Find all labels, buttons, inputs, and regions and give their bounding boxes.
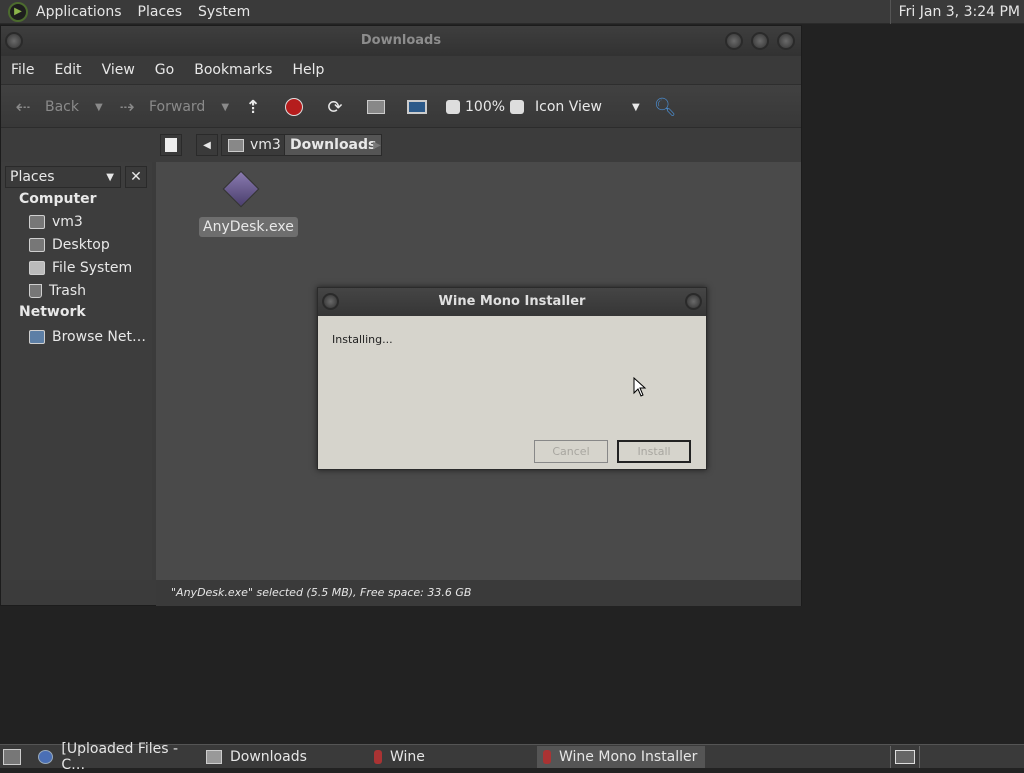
- desktop-folder-icon: [29, 238, 45, 252]
- minimize-button[interactable]: [725, 32, 743, 50]
- home-folder-icon: [228, 138, 244, 152]
- browser-icon: [38, 750, 54, 764]
- applications-menu[interactable]: Applications: [28, 0, 130, 24]
- dialog-message: Installing...: [332, 333, 393, 346]
- home-folder-icon: [29, 215, 45, 229]
- menu-file[interactable]: File: [1, 62, 44, 78]
- taskbar: [Uploaded Files - C… Downloads Wine Wine…: [0, 741, 1024, 773]
- zoom-in-icon: [505, 95, 529, 119]
- zoom-in-button[interactable]: [505, 95, 529, 119]
- window-titlebar[interactable]: Downloads: [1, 26, 801, 56]
- folder-icon: [206, 750, 222, 764]
- menu-go[interactable]: Go: [145, 62, 184, 78]
- maximize-button[interactable]: [751, 32, 769, 50]
- workspace-icon: [895, 750, 915, 764]
- sidebar-item-file-system[interactable]: File System: [29, 258, 132, 278]
- system-menu[interactable]: System: [190, 0, 258, 24]
- task-wine[interactable]: Wine: [368, 746, 536, 768]
- dialog-title: Wine Mono Installer: [438, 294, 586, 309]
- window-title: Downloads: [360, 33, 442, 48]
- menubar: File Edit View Go Bookmarks Help: [1, 56, 801, 84]
- zoom-level[interactable]: 100%: [465, 95, 505, 119]
- forward-history-dropdown-icon[interactable]: ▼: [221, 102, 229, 113]
- sidebar-item-browse-network[interactable]: Browse Net…: [29, 327, 146, 347]
- reload-button[interactable]: ⟳: [323, 95, 347, 119]
- sidebar-item-desktop[interactable]: Desktop: [29, 235, 110, 255]
- zoom-out-button[interactable]: [441, 95, 465, 119]
- path-button-downloads[interactable]: Downloads: [284, 134, 383, 156]
- mouse-pointer-icon: [633, 377, 647, 397]
- show-desktop-button[interactable]: [0, 746, 29, 768]
- forward-arrow-icon: ⇢: [119, 96, 135, 118]
- back-history-dropdown-icon[interactable]: ▼: [95, 102, 103, 113]
- reload-icon: ⟳: [327, 96, 343, 118]
- sidebar: Places ▼ ✕ Computer vm3 Desktop File Sys…: [1, 162, 152, 580]
- dialog-body: Installing... Cancel Install: [318, 316, 706, 470]
- task-wine-mono-installer[interactable]: Wine Mono Installer: [537, 746, 705, 768]
- home-folder-icon: [364, 95, 388, 119]
- path-scroll-left-button[interactable]: ◀: [196, 134, 218, 156]
- menu-view[interactable]: View: [92, 62, 145, 78]
- stop-button[interactable]: [282, 95, 306, 119]
- file-item[interactable]: AnyDesk.exe: [199, 170, 298, 240]
- menu-bookmarks[interactable]: Bookmarks: [184, 62, 282, 78]
- dialog-titlebar[interactable]: Wine Mono Installer: [318, 288, 706, 316]
- path-scroll-right-button[interactable]: ▶: [370, 134, 384, 156]
- trash-icon: [29, 284, 42, 298]
- sidebar-item-vm3[interactable]: vm3: [29, 212, 83, 232]
- forward-button[interactable]: ⇢ Forward ▼: [115, 95, 229, 119]
- show-desktop-icon: [3, 749, 21, 765]
- wine-glass-icon: [374, 750, 382, 764]
- stop-icon: [282, 95, 306, 119]
- location-bar: ◀ vm3 Downloads ▶: [1, 128, 801, 162]
- clock[interactable]: Fri Jan 3, 3:24 PM: [889, 0, 1024, 24]
- zoom-out-icon: [441, 95, 465, 119]
- wine-mono-installer-dialog: Wine Mono Installer Installing... Cancel…: [317, 287, 707, 470]
- task-downloads[interactable]: Downloads: [200, 746, 368, 768]
- cancel-button[interactable]: Cancel: [534, 440, 608, 463]
- exe-diamond-icon: [222, 170, 260, 208]
- search-icon: 🔍︎: [653, 96, 677, 118]
- sidebar-heading-network: Network: [19, 304, 86, 320]
- install-button[interactable]: Install: [617, 440, 691, 463]
- view-mode-select[interactable]: Icon View ▼: [535, 95, 640, 119]
- file-name: AnyDesk.exe: [199, 217, 298, 237]
- edit-icon: [165, 138, 177, 152]
- computer-button[interactable]: [405, 95, 429, 119]
- distro-logo-icon[interactable]: ▶: [8, 1, 28, 22]
- chevron-down-icon: ▼: [106, 171, 114, 183]
- task-uploaded-files[interactable]: [Uploaded Files - C…: [32, 741, 200, 773]
- up-button[interactable]: ⇡: [241, 95, 265, 119]
- close-button[interactable]: [777, 32, 795, 50]
- menu-help[interactable]: Help: [282, 62, 334, 78]
- sidebar-heading-computer: Computer: [19, 191, 97, 207]
- home-button[interactable]: [364, 95, 388, 119]
- dialog-close-button[interactable]: [685, 293, 702, 310]
- toggle-location-entry-button[interactable]: [160, 134, 182, 156]
- sidebar-item-trash[interactable]: Trash: [29, 281, 86, 301]
- network-icon: [29, 330, 45, 344]
- up-arrow-icon: ⇡: [245, 96, 261, 118]
- drive-icon: [29, 261, 45, 275]
- close-sidebar-button[interactable]: ✕: [125, 166, 147, 188]
- places-menu[interactable]: Places: [130, 0, 191, 24]
- top-panel: ▶ Applications Places System Fri Jan 3, …: [0, 0, 1024, 24]
- computer-icon: [405, 95, 429, 119]
- sidebar-selector[interactable]: Places ▼: [5, 166, 121, 188]
- toolbar: ⇠ Back ▼ ⇢ Forward ▼ ⇡ ⟳ 100% Icon View …: [1, 84, 801, 128]
- menu-edit[interactable]: Edit: [44, 62, 91, 78]
- chevron-down-icon: ▼: [631, 101, 640, 113]
- path-button-vm3[interactable]: vm3: [221, 134, 288, 156]
- back-button[interactable]: ⇠ Back ▼: [11, 95, 103, 119]
- status-bar: "AnyDesk.exe" selected (5.5 MB), Free sp…: [156, 580, 801, 606]
- wine-glass-icon: [543, 750, 551, 764]
- search-button[interactable]: 🔍︎: [653, 95, 677, 119]
- workspace-switcher[interactable]: [890, 746, 920, 768]
- back-arrow-icon: ⇠: [15, 96, 31, 118]
